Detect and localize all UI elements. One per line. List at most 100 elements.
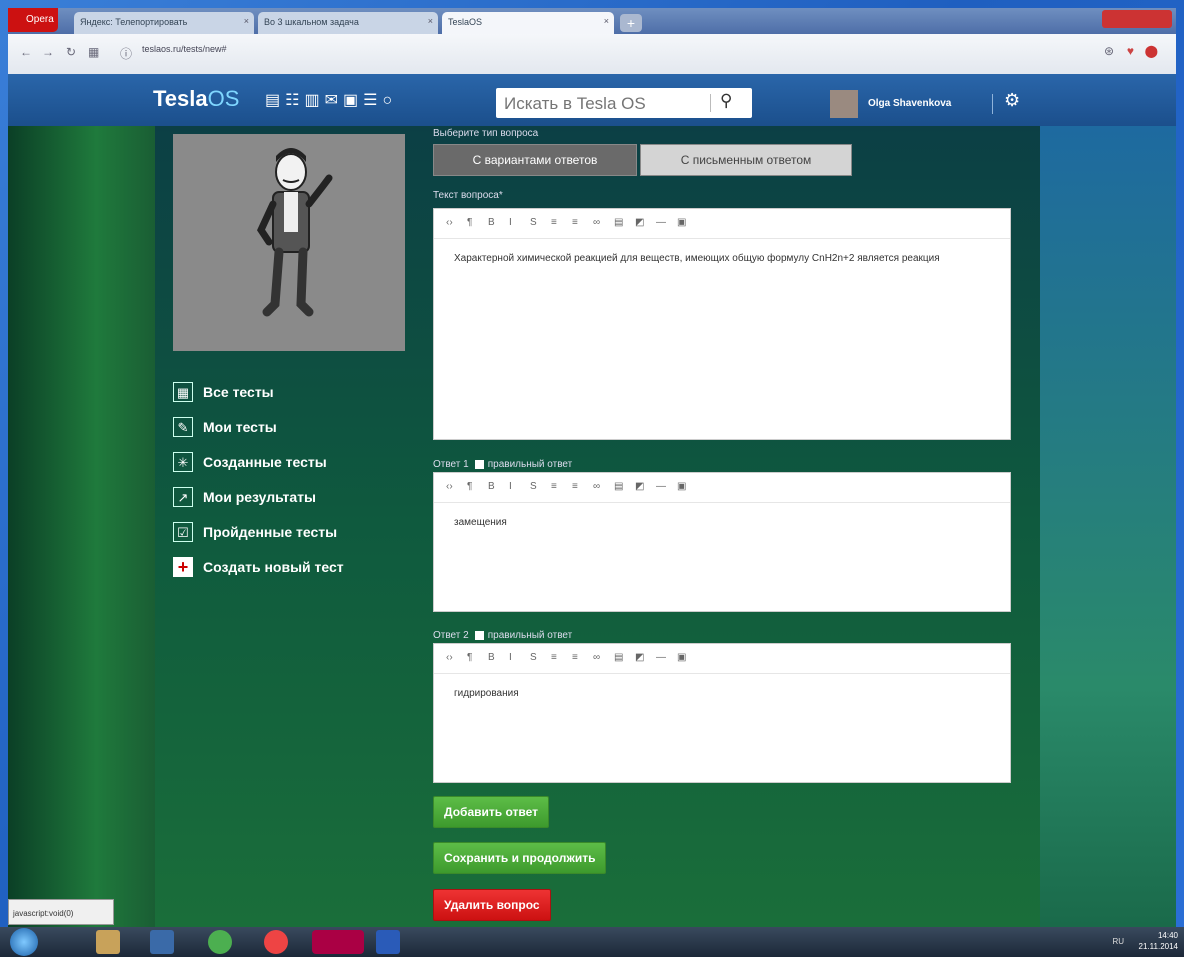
- sidebar-item-create-test[interactable]: + Создать новый тест: [173, 549, 344, 584]
- search-icon[interactable]: ⚲: [720, 91, 732, 111]
- question-text-label: Текст вопроса*: [433, 190, 503, 201]
- clock[interactable]: 14:40 21.11.2014: [1139, 930, 1178, 952]
- editor-toolbar: ‹› ¶ B I S ≡ ≡ ∞ ▤ ◩ — ▣: [434, 644, 1010, 674]
- opera-menu-button[interactable]: Opera: [8, 8, 58, 32]
- sidebar-item-all-tests[interactable]: ▦ Все тесты: [173, 374, 344, 409]
- mail-icon[interactable]: ✉: [325, 92, 343, 109]
- question-editor[interactable]: ‹› ¶ B I S ≡ ≡ ∞ ▤ ◩ — ▣ Характерной химической реа…: [433, 208, 1011, 440]
- link-icon[interactable]: ∞: [593, 652, 614, 663]
- italic-icon[interactable]: I: [509, 481, 530, 492]
- answer-2-editor[interactable]: ‹› ¶ B I S ≡ ≡ ∞ ▤ ◩ — ▣ гидрирования: [433, 643, 1011, 783]
- italic-icon[interactable]: I: [509, 652, 530, 663]
- catalog-icon[interactable]: ▤: [265, 92, 285, 109]
- paragraph-icon[interactable]: ¶: [467, 217, 488, 228]
- ul-icon[interactable]: ≡: [551, 217, 572, 228]
- html-icon[interactable]: ‹›: [446, 652, 467, 663]
- media-player-icon[interactable]: [150, 930, 174, 954]
- ul-icon[interactable]: ≡: [551, 481, 572, 492]
- opera-taskbar-icon[interactable]: [312, 930, 364, 954]
- ol-icon[interactable]: ≡: [572, 481, 593, 492]
- close-icon[interactable]: ×: [604, 16, 609, 26]
- close-icon[interactable]: ×: [244, 16, 249, 26]
- italic-icon[interactable]: I: [509, 217, 530, 228]
- html-icon[interactable]: ‹›: [446, 217, 467, 228]
- site-info-icon[interactable]: ⓘ: [120, 45, 132, 62]
- ul-icon[interactable]: ≡: [551, 652, 572, 663]
- speed-dial-icon[interactable]: ▦: [88, 45, 99, 59]
- table-icon[interactable]: ▤: [614, 217, 635, 228]
- strike-icon[interactable]: S: [530, 217, 551, 228]
- image-icon[interactable]: ▣: [677, 652, 698, 663]
- stats-icon[interactable]: ▥: [304, 92, 324, 109]
- align-icon[interactable]: ◩: [635, 652, 656, 663]
- align-icon[interactable]: ◩: [635, 217, 656, 228]
- extension-icon[interactable]: ⬤: [1145, 44, 1158, 58]
- link-icon[interactable]: ∞: [593, 217, 614, 228]
- forward-icon[interactable]: →: [42, 45, 54, 59]
- align-icon[interactable]: ◩: [635, 481, 656, 492]
- delete-question-button[interactable]: Удалить вопрос: [433, 889, 551, 921]
- user-name[interactable]: Olga Shavenkova: [868, 98, 951, 109]
- image-icon[interactable]: ▣: [677, 481, 698, 492]
- sidebar-item-created-tests[interactable]: ✳ Созданные тесты: [173, 444, 344, 479]
- paragraph-icon[interactable]: ¶: [467, 481, 488, 492]
- hr-icon[interactable]: —: [656, 481, 677, 492]
- close-icon[interactable]: ×: [428, 16, 433, 26]
- bold-icon[interactable]: B: [488, 652, 509, 663]
- sidebar-item-my-results[interactable]: ↗ Мои результаты: [173, 479, 344, 514]
- word-icon[interactable]: [376, 930, 400, 954]
- search-input[interactable]: [502, 92, 706, 116]
- strike-icon[interactable]: S: [530, 652, 551, 663]
- type-written-answer-button[interactable]: С письменным ответом: [640, 144, 852, 176]
- hr-icon[interactable]: —: [656, 217, 677, 228]
- answer-1-editor[interactable]: ‹› ¶ B I S ≡ ≡ ∞ ▤ ◩ — ▣ замещения: [433, 472, 1011, 612]
- strike-icon[interactable]: S: [530, 481, 551, 492]
- save-continue-button[interactable]: Сохранить и продолжить: [433, 842, 607, 874]
- question-text[interactable]: Характерной химической реакцией для веще…: [434, 239, 1010, 267]
- settings-gear-icon[interactable]: ⚙: [1004, 90, 1020, 111]
- rss-icon[interactable]: ⊛: [1104, 44, 1114, 58]
- people-icon[interactable]: ☷: [285, 92, 304, 109]
- reload-icon[interactable]: ↻: [66, 45, 76, 59]
- link-icon[interactable]: ∞: [593, 481, 614, 492]
- site-logo[interactable]: TeslaOS: [153, 86, 239, 112]
- results-chart-icon: ↗: [173, 486, 193, 507]
- correct-answer-checkbox[interactable]: [474, 459, 484, 469]
- answer-1-text[interactable]: замещения: [434, 503, 1010, 531]
- bold-icon[interactable]: B: [488, 481, 509, 492]
- type-multiple-choice-button[interactable]: С вариантами ответов: [433, 144, 637, 176]
- correct-answer-checkbox[interactable]: [474, 630, 484, 640]
- bold-icon[interactable]: B: [488, 217, 509, 228]
- answer-2-text[interactable]: гидрирования: [434, 674, 1010, 702]
- back-icon[interactable]: ←: [20, 45, 32, 59]
- question-type-label: Выберите тип вопроса: [433, 128, 539, 139]
- tab-yandex[interactable]: Яндекс: Телепортировать ×: [74, 12, 254, 34]
- start-button[interactable]: [10, 928, 38, 956]
- sidebar-item-my-tests[interactable]: ✎ Мои тесты: [173, 409, 344, 444]
- tab-second[interactable]: Во 3 шкальном задача ×: [258, 12, 438, 34]
- tab-teslaos[interactable]: TeslaOS ×: [442, 12, 614, 34]
- list-icon[interactable]: ☰: [363, 92, 382, 109]
- sidebar-item-label: Мои тесты: [203, 418, 277, 435]
- avatar[interactable]: [830, 90, 858, 118]
- search-small-icon[interactable]: ○: [382, 92, 397, 109]
- window-controls[interactable]: [1102, 10, 1172, 28]
- url-field[interactable]: teslaos.ru/tests/new#: [142, 44, 227, 54]
- new-tab-button[interactable]: +: [620, 14, 642, 32]
- tray-language[interactable]: RU: [1112, 937, 1124, 946]
- ol-icon[interactable]: ≡: [572, 652, 593, 663]
- sidebar-item-passed-tests[interactable]: ☑ Пройденные тесты: [173, 514, 344, 549]
- chrome-icon[interactable]: [264, 930, 288, 954]
- html-icon[interactable]: ‹›: [446, 481, 467, 492]
- hr-icon[interactable]: —: [656, 652, 677, 663]
- table-icon[interactable]: ▤: [614, 652, 635, 663]
- save-icon[interactable]: ▣: [343, 92, 363, 109]
- explorer-icon[interactable]: [96, 930, 120, 954]
- ol-icon[interactable]: ≡: [572, 217, 593, 228]
- app-icon[interactable]: [208, 930, 232, 954]
- table-icon[interactable]: ▤: [614, 481, 635, 492]
- paragraph-icon[interactable]: ¶: [467, 652, 488, 663]
- heart-icon[interactable]: ♥: [1127, 44, 1134, 58]
- add-answer-button[interactable]: Добавить ответ: [433, 796, 549, 828]
- image-icon[interactable]: ▣: [677, 217, 698, 228]
